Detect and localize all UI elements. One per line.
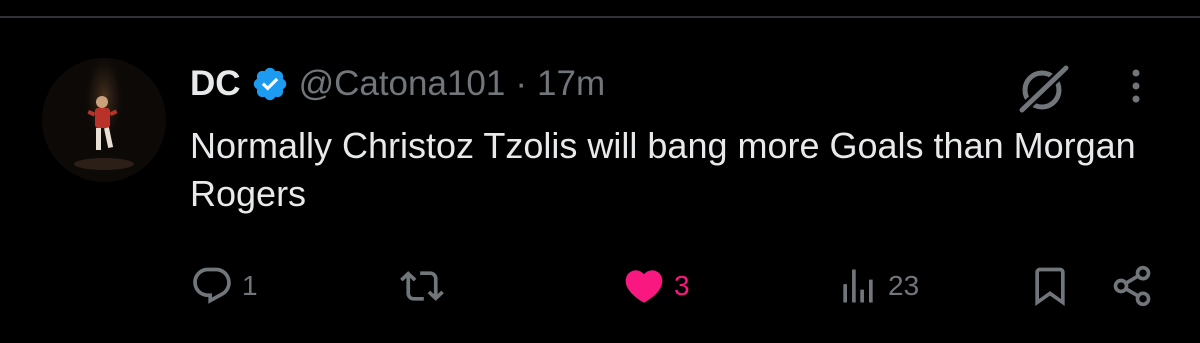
avatar[interactable] xyxy=(42,58,166,182)
avatar-image xyxy=(42,58,166,182)
views-button[interactable]: 23 xyxy=(836,262,919,310)
verified-badge-icon[interactable] xyxy=(251,65,289,103)
heart-filled-icon xyxy=(622,264,666,308)
handle[interactable]: @Catona101 xyxy=(299,64,506,104)
top-divider xyxy=(0,16,1200,18)
tweet-header: DC @Catona101 · 17m xyxy=(190,60,605,108)
like-count: 3 xyxy=(674,270,690,301)
views-chart-icon xyxy=(836,264,880,308)
reply-count: 1 xyxy=(242,270,258,301)
share-icon xyxy=(1110,264,1154,308)
views-count: 23 xyxy=(888,270,920,301)
reply-button[interactable]: 1 xyxy=(190,262,258,310)
display-name[interactable]: DC xyxy=(190,64,241,104)
bookmark-icon xyxy=(1028,264,1072,308)
separator-dot: · xyxy=(515,64,528,103)
reply-icon xyxy=(190,264,234,308)
grok-icon[interactable] xyxy=(1012,62,1074,114)
like-button[interactable]: 3 xyxy=(622,262,690,310)
more-vertical-icon[interactable] xyxy=(1124,66,1148,108)
share-button[interactable] xyxy=(1110,262,1154,310)
timestamp[interactable]: 17m xyxy=(537,64,605,104)
repost-icon xyxy=(400,264,444,308)
repost-button[interactable] xyxy=(400,262,452,310)
bookmark-button[interactable] xyxy=(1028,262,1072,310)
tweet-text: Normally Christoz Tzolis will bang more … xyxy=(190,125,1136,214)
